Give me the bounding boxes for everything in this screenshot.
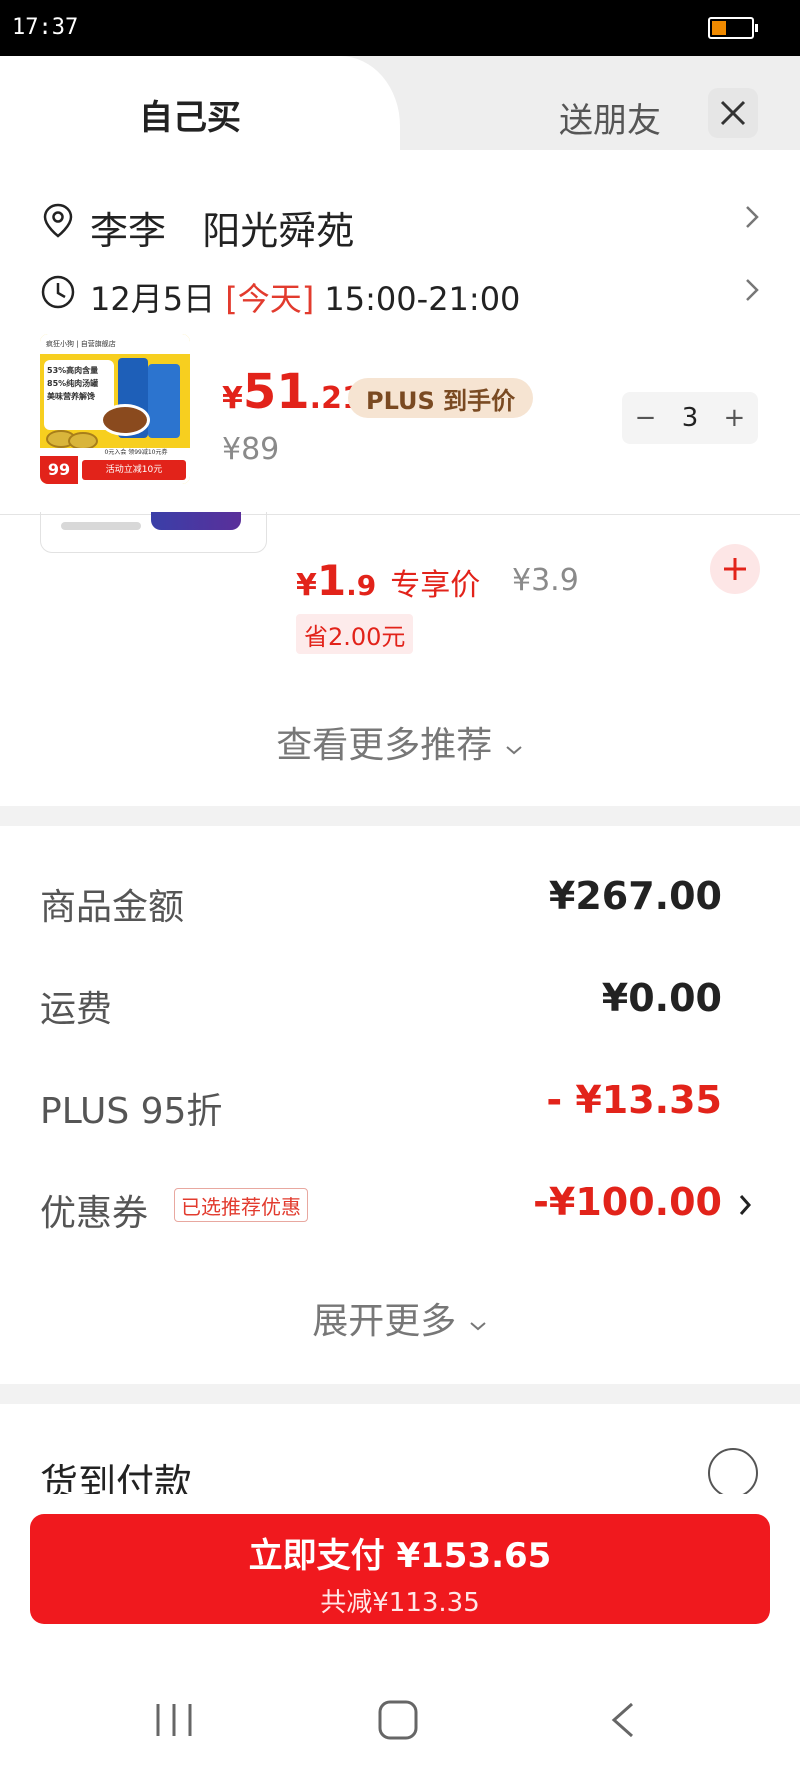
close-button[interactable] (708, 88, 758, 138)
close-icon (720, 100, 746, 126)
product-image-price: 99 (40, 456, 78, 484)
freight-label: 运费 (40, 989, 113, 1030)
time-chevron-icon[interactable] (744, 276, 760, 312)
pay-button[interactable]: 立即支付 ¥153.65 共减¥113.35 (30, 1514, 770, 1624)
more-recommend-link[interactable]: 查看更多推荐 (0, 716, 800, 768)
expand-more-label: 展开更多 (312, 1301, 457, 1342)
tab-self[interactable]: 自己买 (100, 90, 280, 139)
coupon-label[interactable]: 优惠券 (40, 1184, 148, 1236)
location-pin-icon (40, 202, 76, 242)
coupon-chevron-icon[interactable] (738, 1188, 752, 1226)
goods-amount-label: 商品金额 (40, 887, 185, 928)
address-chevron-icon[interactable] (744, 203, 760, 239)
recommend-price-label: 专享价 (390, 568, 481, 603)
address-row[interactable]: 李李 阳光舜苑 (90, 200, 354, 255)
product-image[interactable]: 疯狂小狗 | 自营旗舰店 53%高肉含量 85%纯肉汤罐 美味营养解馋 99 0… (40, 334, 190, 484)
home-icon[interactable] (376, 1700, 420, 1744)
plus-discount-label: PLUS 95折 (40, 1091, 223, 1132)
receiver-name: 李李 (90, 209, 167, 253)
coupon-recommended-tag: 已选推荐优惠 (174, 1188, 308, 1222)
product-image-coupon: 0元入会 领99减10元券 (104, 449, 168, 456)
delivery-range: 15:00-21:00 (324, 280, 521, 318)
plus-icon (724, 558, 746, 580)
plus-price-badge: PLUS 到手价 (348, 378, 534, 418)
recommend-price: ¥1.9 专享价 (296, 556, 481, 605)
coupon-value[interactable]: -¥100.00 (533, 1180, 722, 1224)
status-bar (0, 0, 800, 56)
status-time: 17:37 (12, 15, 79, 40)
quantity-value[interactable]: 3 (682, 403, 699, 433)
more-recommend-label: 查看更多推荐 (276, 725, 493, 766)
delivery-time-row[interactable]: 12月5日 [今天] 15:00-21:00 (90, 274, 520, 320)
delivery-today: [今天] (225, 280, 315, 318)
clock-icon (40, 274, 76, 314)
freight-value: ¥0.00 (601, 976, 722, 1020)
recommend-add-button[interactable] (710, 544, 760, 594)
battery-tip (755, 24, 758, 32)
receiver-address: 阳光舜苑 (202, 209, 355, 253)
delivery-date: 12月5日 (90, 280, 216, 318)
sheet-top (0, 150, 800, 170)
pay-button-label: 立即支付 ¥153.65 (248, 1536, 552, 1576)
battery-icon (708, 17, 754, 39)
tab-friend[interactable]: 送朋友 (548, 93, 672, 142)
quantity-plus-button[interactable]: + (724, 403, 746, 433)
chevron-down-icon (506, 746, 522, 755)
recommend-save-badge: 省2.00元 (296, 614, 414, 654)
expand-more-link[interactable]: 展开更多 (0, 1292, 800, 1344)
product-image-activity: 活动立减10元 (82, 460, 186, 480)
section-separator (0, 1384, 800, 1404)
plus-discount-value: - ¥13.35 (546, 1078, 722, 1122)
back-icon[interactable] (608, 1700, 638, 1744)
recommend-product-image[interactable] (40, 512, 267, 553)
quantity-stepper: − 3 + (622, 392, 758, 444)
recommend-original-price: ¥3.9 (512, 563, 579, 598)
goods-amount-value: ¥267.00 (548, 874, 722, 918)
chevron-down-icon (470, 1322, 486, 1331)
recent-apps-icon[interactable] (152, 1700, 196, 1744)
product-original-price: ¥89 (222, 432, 280, 467)
quantity-minus-button[interactable]: − (635, 403, 657, 433)
cod-radio[interactable] (708, 1448, 758, 1498)
pay-button-savings: 共减¥113.35 (320, 1588, 480, 1618)
product-image-copy: 53%高肉含量 85%纯肉汤罐 美味营养解馋 (47, 366, 99, 401)
section-separator (0, 806, 800, 826)
product-image-store: 疯狂小狗 | 自营旗舰店 (40, 334, 190, 354)
product-price: ¥51.21 (222, 364, 363, 420)
